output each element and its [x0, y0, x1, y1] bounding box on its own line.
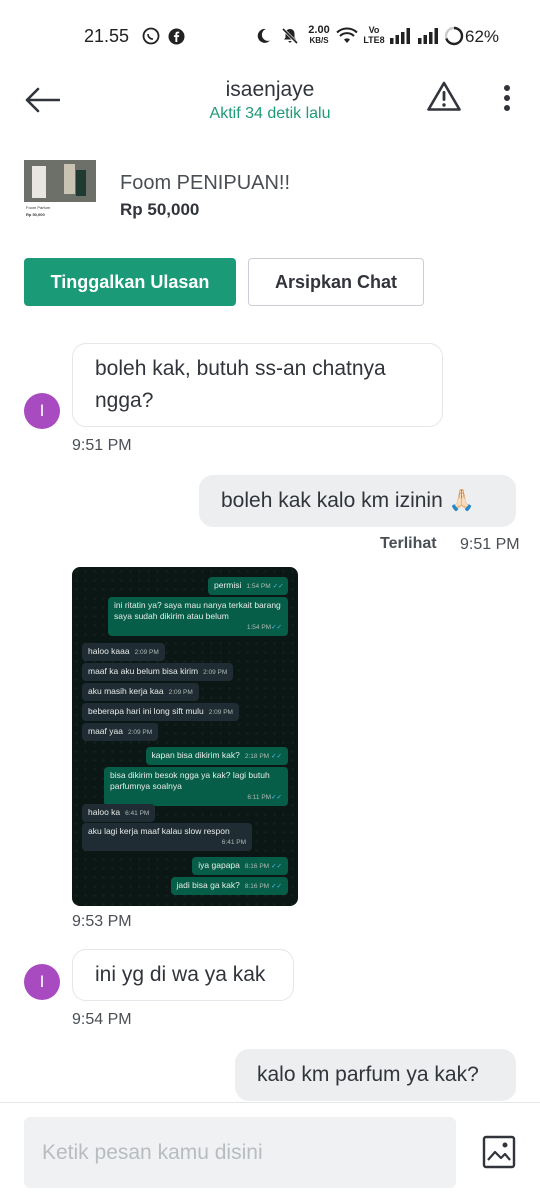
signal-icon-2	[416, 25, 440, 47]
volte-indicator: Vo LTE8	[363, 25, 385, 45]
net-speed-unit: KB/S	[309, 36, 329, 45]
wifi-icon	[335, 25, 359, 47]
message-timestamp: 9:54 PM	[72, 1011, 132, 1028]
incoming-message[interactable]: boleh kak, butuh ss-an chatnya ngga?	[72, 343, 443, 427]
read-receipt-icon: ✓✓	[271, 883, 282, 890]
volte-bottom: LTE8	[363, 35, 385, 45]
product-name[interactable]: Foom PENIPUAN!!	[120, 172, 290, 195]
message-timestamp: 9:51 PM	[72, 437, 132, 454]
wa-message-time: 8:16 PM	[244, 883, 270, 890]
wa-incoming-message: aku masih kerja kaa 2:09 PM	[82, 683, 199, 701]
message-input[interactable]	[24, 1117, 456, 1188]
wa-message-text: maaf yaa	[88, 726, 123, 736]
message-timestamp: 9:53 PM	[72, 913, 132, 930]
wa-message-text: ini ritatin ya? saya mau nanya terkait b…	[114, 600, 281, 621]
more-options-icon[interactable]	[494, 80, 520, 116]
chat-header: isaenjaye Aktif 34 detik lalu	[0, 72, 540, 136]
wa-message-time: 2:09 PM	[203, 669, 228, 676]
wa-incoming-message: haloo kaaa 2:09 PM	[82, 643, 165, 661]
facebook-icon	[166, 25, 186, 47]
wa-message-text: permisi	[214, 580, 242, 590]
wa-message-text: iya gapapa	[198, 860, 240, 870]
wa-message-text: haloo ka	[88, 807, 121, 817]
volte-top: Vo	[368, 25, 380, 35]
moon-icon	[252, 25, 274, 47]
wa-message-text: aku masih kerja kaa	[88, 686, 164, 696]
thumb-name: Foom Parfum	[26, 205, 51, 210]
wa-outgoing-message: bisa dikirim besok ngga ya kak? lagi but…	[104, 767, 288, 806]
whatsapp-icon	[141, 25, 161, 47]
avatar: I	[24, 393, 60, 429]
wa-message-time: 2:09 PM	[168, 689, 193, 696]
outgoing-message[interactable]: boleh kak kalo km izinin 🙏🏻	[199, 475, 516, 527]
status-bar: 21.55 2.00 KB/S Vo LTE8 62%	[0, 0, 540, 72]
wa-incoming-message: aku lagi kerja maaf kalau slow respon 6:4…	[82, 823, 252, 851]
read-receipt-icon: ✓✓	[271, 794, 282, 801]
wa-incoming-message: maaf ka aku belum bisa kirim 2:09 PM	[82, 663, 234, 681]
net-speed: 2.00 KB/S	[304, 25, 334, 46]
product-thumbnail[interactable]: Foom Parfum Rp 50,000	[24, 160, 96, 232]
wa-message-text: aku lagi kerja maaf kalau slow respon	[88, 826, 230, 836]
wa-message-text: kapan bisa dikirim kak?	[151, 750, 240, 760]
net-speed-value: 2.00	[308, 24, 330, 36]
wa-message-time: 1:54 PM	[246, 583, 271, 590]
wa-incoming-message: haloo ka 6:41 PM	[82, 804, 156, 822]
wa-outgoing-message: jadi bisa ga kak? 8:16 PM ✓✓	[170, 877, 288, 895]
product-photo	[24, 160, 96, 202]
wa-message-text: maaf ka aku belum bisa kirim	[88, 666, 199, 676]
product-price: Rp 50,000	[120, 200, 200, 219]
wa-message-time: 1:54 PM✓✓	[246, 624, 282, 631]
read-receipt-icon: ✓✓	[271, 753, 282, 760]
read-receipt-icon: ✓✓	[271, 863, 282, 870]
archive-chat-button[interactable]: Arsipkan Chat	[248, 258, 424, 306]
incoming-message[interactable]: ini yg di wa ya kak	[72, 949, 294, 1001]
wa-message-time: 2:09 PM	[134, 649, 159, 656]
read-receipt-icon: ✓✓	[272, 583, 284, 590]
mute-bell-icon	[279, 25, 301, 47]
wa-message-text: haloo kaaa	[88, 646, 130, 656]
wa-message-time: 2:18 PM	[244, 753, 270, 760]
outgoing-message[interactable]: kalo km parfum ya kak?	[235, 1049, 516, 1101]
wa-message-time: 8:16 PM	[244, 863, 270, 870]
whatsapp-screenshot-image[interactable]: permisi 1:54 PM ✓✓ ini ritatin ya? saya mau…	[72, 567, 298, 906]
wa-outgoing-message: permisi 1:54 PM ✓✓	[208, 577, 288, 595]
message-timestamp: 9:51 PM	[460, 536, 520, 553]
battery-icon	[443, 25, 465, 47]
avatar: I	[24, 964, 60, 1000]
wa-incoming-message: maaf yaa 2:09 PM	[82, 723, 159, 741]
signal-icon	[388, 25, 412, 47]
battery-percent: 62%	[465, 27, 500, 46]
wa-message-time: 2:09 PM	[208, 709, 233, 716]
status-time: 21.55	[84, 26, 130, 46]
wa-message-time: 2:09 PM	[127, 729, 153, 736]
wa-message-text: beberapa hari ini long sift mulu	[88, 706, 204, 716]
leave-review-button[interactable]: Tinggalkan Ulasan	[24, 258, 236, 306]
composer-divider	[0, 1102, 540, 1103]
read-receipt-icon: ✓✓	[271, 624, 282, 631]
wa-outgoing-message: kapan bisa dikirim kak? 2:18 PM ✓✓	[145, 747, 288, 765]
wa-outgoing-message: ini ritatin ya? saya mau nanya terkait b…	[108, 597, 288, 636]
seen-status: Terlihat	[380, 535, 437, 552]
wa-message-time: 6:41 PM	[221, 839, 246, 846]
thumb-price: Rp 50,000	[26, 212, 45, 217]
image-attach-icon[interactable]	[478, 1131, 520, 1173]
wa-message-text: jadi bisa ga kak?	[176, 880, 240, 890]
wa-outgoing-message: iya gapapa 8:16 PM ✓✓	[192, 857, 288, 875]
wa-message-time: 6:41 PM	[125, 810, 150, 817]
report-warning-icon[interactable]	[424, 76, 464, 116]
wa-message-time: 6:11 PM✓✓	[247, 794, 282, 801]
wa-incoming-message: beberapa hari ini long sift mulu 2:09 PM	[82, 703, 239, 721]
wa-message-text: bisa dikirim besok ngga ya kak? lagi but…	[110, 770, 270, 791]
